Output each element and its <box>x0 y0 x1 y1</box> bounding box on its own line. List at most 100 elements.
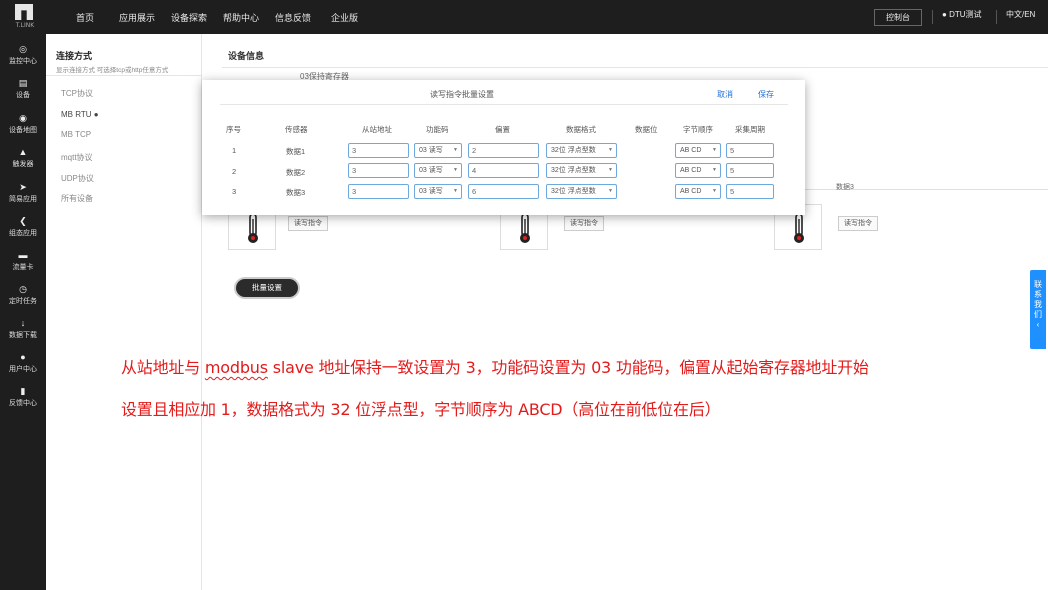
data-format-select[interactable]: 32位 浮点型数 ▼ <box>546 163 617 178</box>
rw-command-button[interactable]: 读写指令 <box>288 216 328 231</box>
connection-title: 连接方式 <box>56 51 93 61</box>
chevron-down-icon: ▼ <box>608 188 613 194</box>
connection-mb-tcp[interactable]: MB TCP <box>61 130 91 139</box>
chevron-down-icon: ▼ <box>453 167 458 173</box>
connection-mb-rtu[interactable]: MB RTU ● <box>61 110 99 119</box>
nav-enterprise[interactable]: 企业版 <box>331 11 358 24</box>
chevron-down-icon: ▼ <box>453 147 458 153</box>
sidebar-item-map[interactable]: ◉ 设备地图 <box>0 113 46 135</box>
slave-address-input[interactable]: 3 <box>348 163 409 178</box>
sidebar-item-feedback[interactable]: ▮ 反馈中心 <box>0 386 46 408</box>
sidebar-item-label: 设备 <box>16 92 30 99</box>
sidebar-item-sim-card[interactable]: ▬ 流量卡 <box>0 250 46 272</box>
offset-input[interactable]: 2 <box>468 143 539 158</box>
map-pin-icon: ◉ <box>19 113 27 123</box>
divider <box>932 10 933 24</box>
annotation-line-2: 设置且相应加 1，数据格式为 32 位浮点型，字节顺序为 ABCD（高位在前低位… <box>121 400 721 419</box>
sidebar-item-device[interactable]: ▤ 设备 <box>0 78 46 100</box>
download-icon: ↓ <box>20 318 26 328</box>
slave-address-input[interactable]: 3 <box>348 143 409 158</box>
console-button[interactable]: 控制台 <box>874 9 922 26</box>
monitor-icon: ◎ <box>19 44 27 54</box>
chevron-down-icon: ▼ <box>712 188 717 194</box>
data-format-select[interactable]: 32位 浮点型数 ▼ <box>546 184 617 199</box>
connection-all-devices[interactable]: 所有设备 <box>61 193 93 204</box>
connection-tcp[interactable]: TCP协议 <box>61 88 93 99</box>
column-header: 偏置 <box>495 125 510 134</box>
byte-order-select[interactable]: AB CD ▼ <box>675 184 721 199</box>
nav-explore[interactable]: 设备探索 <box>171 11 207 24</box>
nav-help[interactable]: 帮助中心 <box>223 11 259 24</box>
period-input[interactable]: 5 <box>726 163 774 178</box>
byte-order-select[interactable]: AB CD ▼ <box>675 143 721 158</box>
batch-settings-button[interactable]: 批量设置 <box>236 279 298 297</box>
rw-command-button[interactable]: 读写指令 <box>838 216 878 231</box>
row-index: 3 <box>232 187 237 196</box>
logo[interactable]: T.LINK <box>12 3 38 31</box>
thermometer-icon <box>248 213 258 243</box>
sidebar-item-trigger[interactable]: ▲ 触发器 <box>0 147 46 169</box>
user-menu[interactable]: ● DTU测试 <box>942 9 982 20</box>
send-icon: ➤ <box>19 182 27 192</box>
column-header: 功能码 <box>426 125 449 134</box>
nav-home[interactable]: 首页 <box>76 11 94 24</box>
connection-panel: 连接方式 显示连接方式 可选择tcp或http任意方式 TCP协议 MB RTU… <box>46 34 202 590</box>
slave-address-input[interactable]: 3 <box>348 184 409 199</box>
annotation-text: modbus <box>204 358 268 377</box>
bell-icon: ▲ <box>18 147 28 157</box>
column-header: 从站地址 <box>362 125 392 134</box>
period-input[interactable]: 5 <box>726 184 774 199</box>
sidebar-item-monitor[interactable]: ◎ 监控中心 <box>0 44 46 66</box>
annotation-text: 从站地址与 <box>121 358 205 377</box>
sidebar-item-config-app[interactable]: ❮ 组态应用 <box>0 216 46 238</box>
chevron-down-icon: ▼ <box>453 188 458 194</box>
contact-us-tab[interactable]: 联系我们 ‹ <box>1030 270 1046 349</box>
cancel-button[interactable]: 取消 <box>717 89 733 100</box>
thermometer-icon <box>794 213 804 243</box>
sidebar-item-label: 流量卡 <box>12 264 34 271</box>
function-code-select[interactable]: 03 读写 ▼ <box>414 143 462 158</box>
user-icon: ● <box>942 10 947 19</box>
language-switch[interactable]: 中文/EN <box>1006 9 1035 20</box>
function-code-select[interactable]: 03 读写 ▼ <box>414 184 462 199</box>
divider <box>46 75 201 76</box>
rw-command-button[interactable]: 读写指令 <box>564 216 604 231</box>
chevron-down-icon: ▼ <box>712 147 717 153</box>
nav-apps[interactable]: 应用展示 <box>119 11 155 24</box>
top-navbar: T.LINK 首页 应用展示 设备探索 帮助中心 信息反馈 企业版 控制台 ● … <box>0 0 1048 34</box>
sidebar-item-download[interactable]: ↓ 数据下载 <box>0 318 46 340</box>
sidebar-item-label: 定时任务 <box>9 298 37 305</box>
nav-feedback[interactable]: 信息反馈 <box>275 11 311 24</box>
select-value: 03 读写 <box>419 167 443 174</box>
offset-input[interactable]: 6 <box>468 184 539 199</box>
select-value: 32位 浮点型数 <box>551 147 596 154</box>
divider <box>996 10 997 24</box>
sidebar-item-label: 数据下载 <box>9 332 37 339</box>
sidebar-item-schedule[interactable]: ◷ 定时任务 <box>0 284 46 306</box>
connection-mqtt[interactable]: mqtt协议 <box>61 152 93 163</box>
row-sensor: 数据2 <box>286 168 306 177</box>
select-value: AB CD <box>680 147 702 154</box>
sidebar-item-simple-app[interactable]: ➤ 简易应用 <box>0 182 46 204</box>
column-header: 采集周期 <box>735 125 765 134</box>
message-icon: ▮ <box>20 386 26 396</box>
select-value: 03 读写 <box>419 147 443 154</box>
column-header: 序号 <box>226 125 241 134</box>
sidebar-item-label: 用户中心 <box>9 366 37 373</box>
sidebar-item-user-center[interactable]: ● 用户中心 <box>0 352 46 374</box>
sidebar-item-label: 触发器 <box>12 161 34 168</box>
device-icon: ▤ <box>18 78 28 88</box>
save-button[interactable]: 保存 <box>758 89 774 100</box>
function-code-select[interactable]: 03 读写 ▼ <box>414 163 462 178</box>
data-format-select[interactable]: 32位 浮点型数 ▼ <box>546 143 617 158</box>
select-value: AB CD <box>680 167 702 174</box>
offset-input[interactable]: 4 <box>468 163 539 178</box>
chevron-down-icon: ▼ <box>608 167 613 173</box>
user-icon: ● <box>20 352 26 362</box>
contact-label: 联系我们 <box>1034 280 1042 319</box>
period-input[interactable]: 5 <box>726 143 774 158</box>
annotation-line-1: 从站地址与 modbus slave 地址保持一致设置为 3，功能码设置为 03… <box>121 354 869 378</box>
byte-order-select[interactable]: AB CD ▼ <box>675 163 721 178</box>
card-icon: ▬ <box>18 250 28 260</box>
connection-udp[interactable]: UDP协议 <box>61 173 94 184</box>
